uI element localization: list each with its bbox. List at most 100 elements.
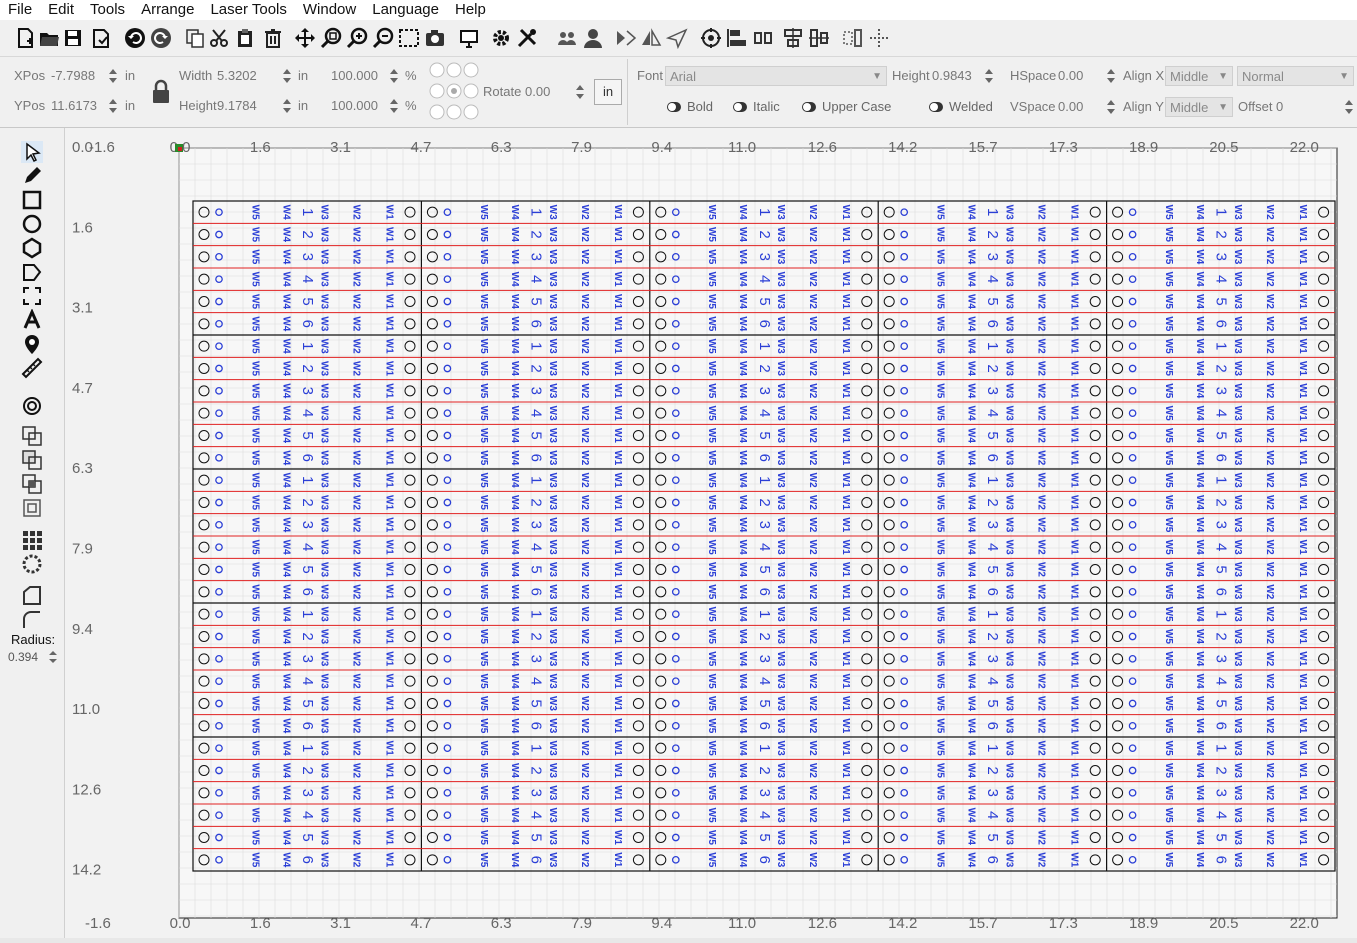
unit-toggle-button[interactable]: in <box>594 79 622 105</box>
open-folder-icon[interactable] <box>38 26 60 50</box>
width-value[interactable]: 5.3202 <box>217 68 257 83</box>
align-middle-icon[interactable] <box>808 26 830 50</box>
mirror-v-icon[interactable] <box>640 26 662 50</box>
zoom-out-icon[interactable] <box>372 26 394 50</box>
paste-icon[interactable] <box>234 26 256 50</box>
anchor-grid-icon[interactable] <box>428 60 480 124</box>
font-height-spin-icon[interactable] <box>984 67 994 85</box>
menu-edit[interactable]: Edit <box>40 0 82 20</box>
save-as-icon[interactable] <box>90 26 112 50</box>
work-canvas[interactable]: 0.00.01.61.63.13.14.74.76.36.37.97.99.49… <box>65 128 1357 938</box>
mode-select[interactable]: Normal ▼ <box>1237 66 1354 86</box>
corner-tool-icon[interactable] <box>20 584 44 608</box>
italic-toggle[interactable]: Italic <box>733 99 780 114</box>
zoom-fit-icon[interactable] <box>320 26 342 50</box>
aligny-select[interactable]: Middle ▼ <box>1165 97 1233 117</box>
offset-tool-icon[interactable] <box>20 394 44 418</box>
menu-help[interactable]: Help <box>447 0 494 20</box>
height-value[interactable]: 9.1784 <box>217 98 257 113</box>
ypos-spin-icon[interactable] <box>108 97 118 115</box>
hspace-spin-icon[interactable] <box>1106 67 1116 85</box>
save-icon[interactable] <box>62 26 84 50</box>
boolean-subtract-icon[interactable] <box>20 448 44 472</box>
bold-toggle[interactable]: Bold <box>667 99 713 114</box>
offset-value[interactable]: 0 <box>1276 99 1283 114</box>
menu-window[interactable]: Window <box>295 0 364 20</box>
camera-icon[interactable] <box>424 26 446 50</box>
distribute-icon[interactable] <box>752 26 774 50</box>
alignx-select[interactable]: Middle ▼ <box>1165 66 1233 86</box>
boolean-intersect-icon[interactable] <box>20 472 44 496</box>
row-number-label: 5 <box>1213 833 1230 841</box>
width-spin-icon[interactable] <box>282 67 292 85</box>
menu-laser-tools[interactable]: Laser Tools <box>202 0 294 20</box>
monitor-icon[interactable] <box>458 26 480 50</box>
scale-width-spin-icon[interactable] <box>389 67 399 85</box>
lock-icon[interactable] <box>150 79 172 105</box>
cut-icon[interactable] <box>208 26 230 50</box>
uppercase-toggle[interactable]: Upper Case <box>802 99 891 114</box>
shape-tool-icon[interactable] <box>20 260 44 284</box>
select-box-icon[interactable] <box>398 26 420 50</box>
new-file-icon[interactable] <box>14 26 36 50</box>
ellipse-tool-icon[interactable] <box>20 212 44 236</box>
offset-spin-icon[interactable] <box>1344 98 1354 116</box>
rectangle-tool-icon[interactable] <box>20 188 44 212</box>
mirror-h-icon[interactable] <box>614 26 636 50</box>
menu-tools[interactable]: Tools <box>82 0 133 20</box>
xpos-value[interactable]: -7.7988 <box>51 68 95 83</box>
frame-tool-icon[interactable] <box>20 284 44 308</box>
ruler-x-top-label: 6.3 <box>491 139 512 156</box>
undo-icon[interactable] <box>124 26 146 50</box>
position-tool-icon[interactable] <box>20 332 44 356</box>
settings-icon[interactable] <box>490 26 512 50</box>
menu-arrange[interactable]: Arrange <box>133 0 202 20</box>
align-center-icon[interactable] <box>782 26 804 50</box>
hspace-value[interactable]: 0.00 <box>1058 68 1083 83</box>
grid-array-icon[interactable] <box>20 528 44 552</box>
move-icon[interactable] <box>294 26 316 50</box>
font-select[interactable]: Arial ▼ <box>665 66 887 86</box>
user-icon[interactable] <box>582 26 604 50</box>
wire-label: W1 <box>612 495 623 510</box>
scale-height-value[interactable]: 100.000 <box>331 98 378 113</box>
circular-array-icon[interactable] <box>20 552 44 576</box>
boolean-union-icon[interactable] <box>20 424 44 448</box>
tools-icon[interactable] <box>516 26 538 50</box>
row-number-label: 6 <box>756 856 773 864</box>
canvas-drawing[interactable]: 0.00.01.61.63.13.14.74.76.36.37.97.99.49… <box>65 128 1357 938</box>
scale-width-value[interactable]: 100.000 <box>331 68 378 83</box>
delete-icon[interactable] <box>262 26 284 50</box>
spread-icon[interactable] <box>842 26 864 50</box>
target-icon[interactable] <box>700 26 722 50</box>
rotate-spin-icon[interactable] <box>575 83 585 101</box>
font-height-value[interactable]: 0.9843 <box>932 68 972 83</box>
group-icon[interactable] <box>556 26 578 50</box>
copy-icon[interactable] <box>184 26 206 50</box>
radius-spin-icon[interactable] <box>48 649 58 665</box>
xpos-spin-icon[interactable] <box>108 67 118 85</box>
align-icon[interactable] <box>726 26 748 50</box>
vspace-spin-icon[interactable] <box>1106 98 1116 116</box>
pen-tool-icon[interactable] <box>20 164 44 188</box>
crosshair-icon[interactable] <box>868 26 890 50</box>
zoom-in-icon[interactable] <box>346 26 368 50</box>
welded-toggle[interactable]: Welded <box>929 99 993 114</box>
ypos-value[interactable]: 11.6173 <box>51 98 97 113</box>
vspace-value[interactable]: 0.00 <box>1058 99 1083 114</box>
text-tool-icon[interactable] <box>20 308 44 332</box>
height-spin-icon[interactable] <box>282 97 292 115</box>
polygon-tool-icon[interactable] <box>20 236 44 260</box>
radius-value[interactable]: 0.394 <box>8 650 38 664</box>
menu-language[interactable]: Language <box>364 0 447 20</box>
send-icon[interactable] <box>666 26 688 50</box>
rounded-corner-icon[interactable] <box>20 608 44 632</box>
scale-height-spin-icon[interactable] <box>389 97 399 115</box>
weld-icon[interactable] <box>20 496 44 520</box>
select-tool-icon[interactable] <box>20 140 44 164</box>
rotate-value[interactable]: 0.00 <box>525 84 550 99</box>
measure-tool-icon[interactable] <box>20 356 44 380</box>
row-number-label: 4 <box>756 409 773 417</box>
menu-file[interactable]: File <box>0 0 40 20</box>
redo-icon[interactable] <box>150 26 172 50</box>
